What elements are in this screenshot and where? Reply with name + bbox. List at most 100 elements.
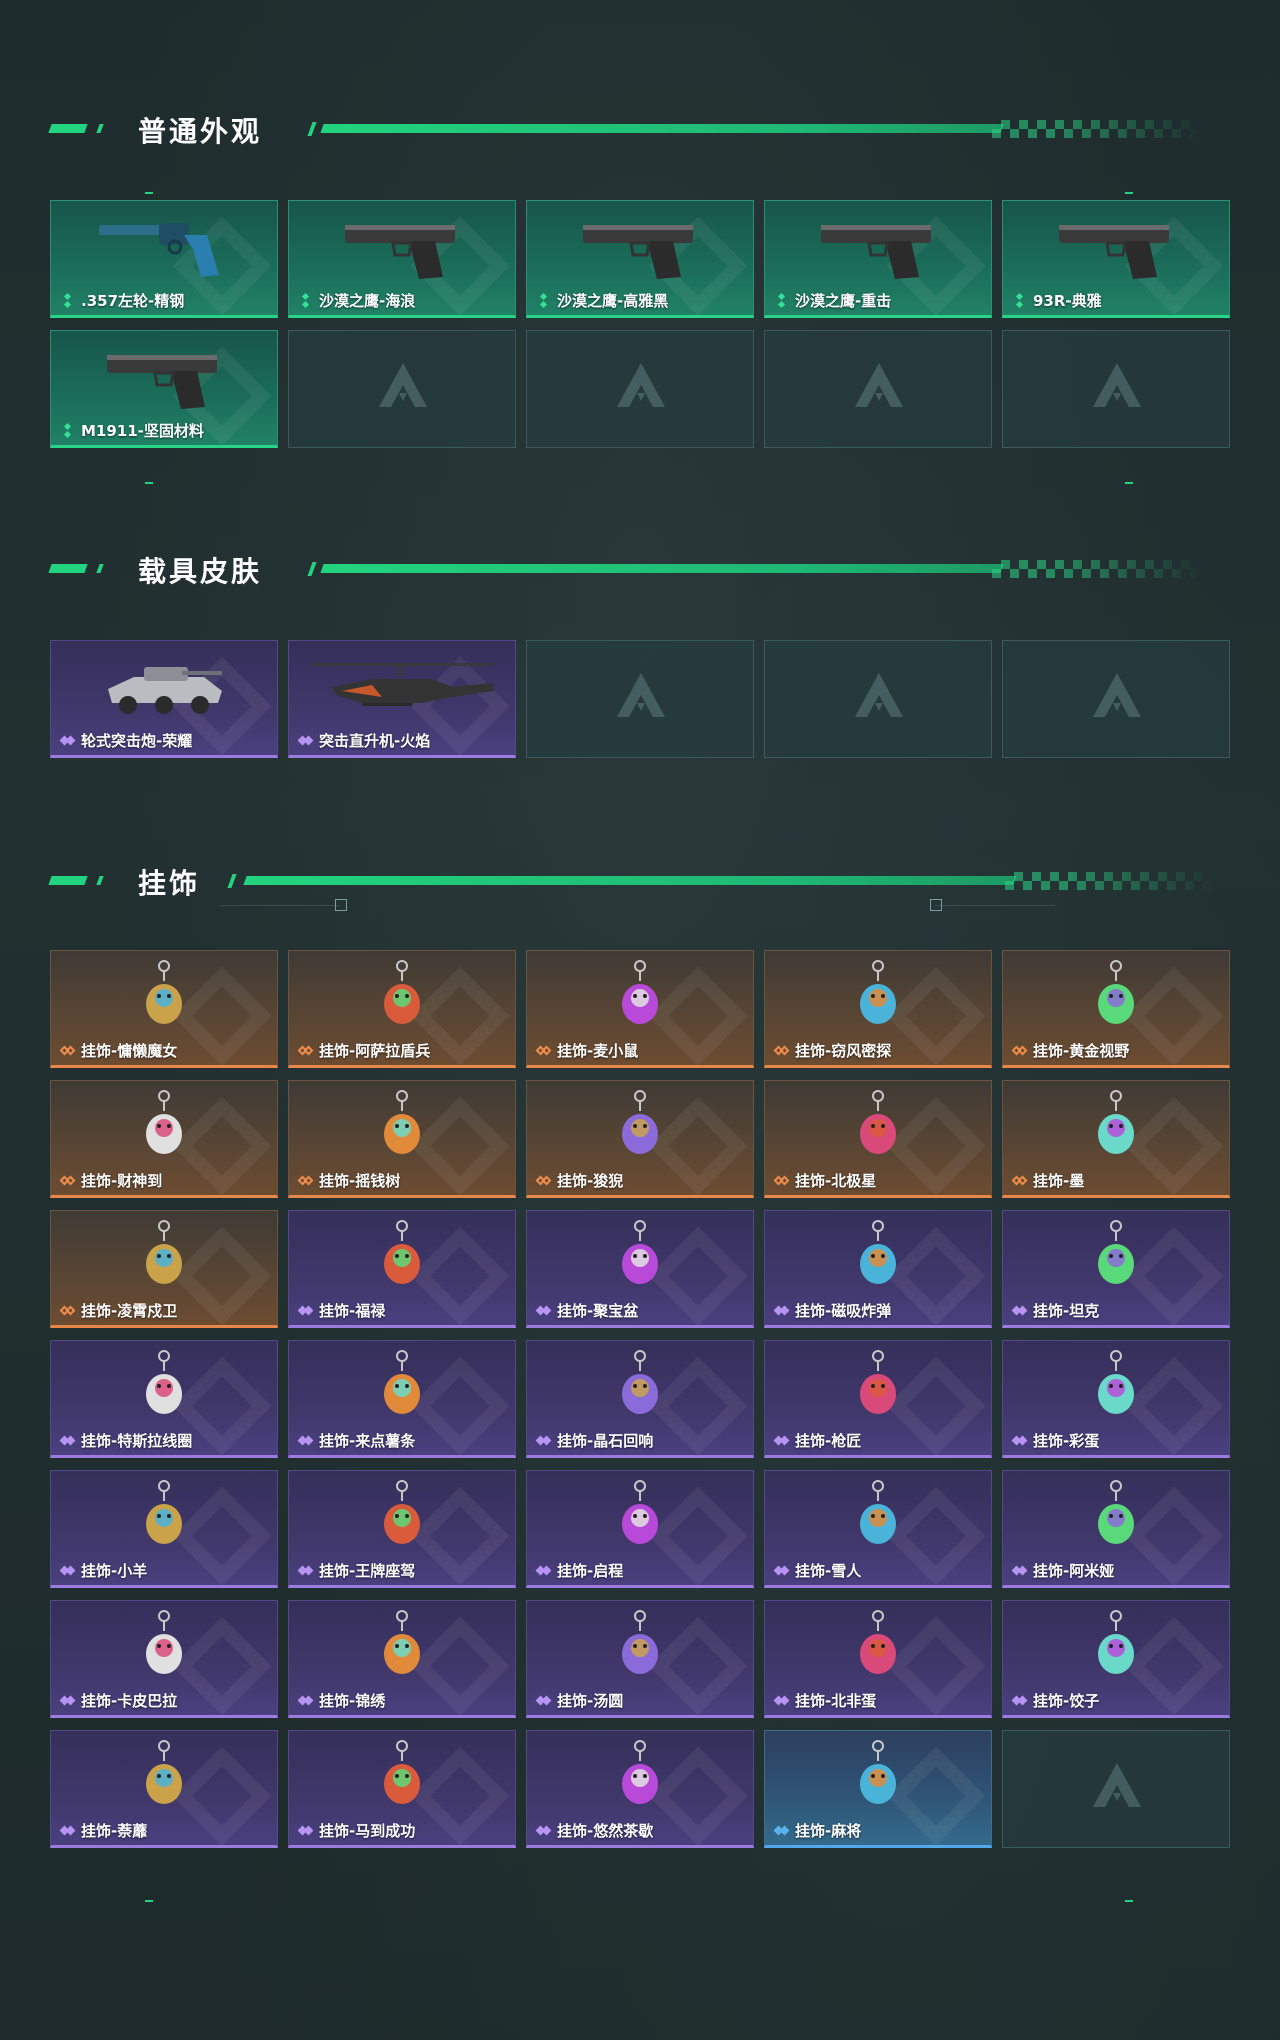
header-pattern [992,560,1202,578]
item-name: 挂饰-彩蛋 [1033,1432,1100,1450]
charm-icon [1003,1347,1229,1429]
weapon-card[interactable]: 93R-典雅 [1002,200,1230,318]
item-name: 挂饰-锦绣 [319,1692,386,1710]
item-name: 挂饰-摇钱树 [319,1172,401,1190]
charm-card[interactable]: 挂饰-财神到 [50,1080,278,1198]
vehicles-grid: 轮式突击炮-荣耀 突击直升机-火焰 [50,640,1230,758]
header-accent [307,122,317,136]
charm-card[interactable]: 挂饰-麻将 [764,1730,992,1848]
charm-icon [289,1477,515,1559]
charm-card[interactable]: 挂饰-汤圆 [526,1600,754,1718]
charm-icon [1003,1217,1229,1299]
item-label: 挂饰-特斯拉线圈 [59,1430,192,1451]
collection-page: 普通外观 .357左轮-精钢 沙漠之鹰-海浪 沙漠之鹰-高雅黑 沙漠之鹰-重击 93R-… [0,0,1280,2040]
charm-card[interactable]: 挂饰-饺子 [1002,1600,1230,1718]
charm-icon [51,1347,277,1429]
charm-card[interactable]: 挂饰-摇钱树 [288,1080,516,1198]
charm-icon [527,1607,753,1689]
charm-card[interactable]: 挂饰-悠然茶歇 [526,1730,754,1848]
charm-card[interactable]: 挂饰-黄金视野 [1002,950,1230,1068]
item-name: 挂饰-墨 [1033,1172,1085,1190]
weapon-card[interactable]: M1911-坚固材料 [50,330,278,448]
pistol-icon [289,207,515,289]
weapon-card[interactable]: 沙漠之鹰-海浪 [288,200,516,318]
empty-slot [1002,330,1230,448]
header-bar [320,564,1004,573]
rarity-icon [1011,1043,1028,1059]
item-name: 挂饰-狻猊 [557,1172,624,1190]
charm-card[interactable]: 挂饰-彩蛋 [1002,1340,1230,1458]
item-label: 挂饰-汤圆 [535,1690,623,1711]
rarity-icon [59,1823,76,1839]
empty-slot [764,640,992,758]
charm-card[interactable]: 挂饰-窃风密探 [764,950,992,1068]
charm-card[interactable]: 挂饰-来点薯条 [288,1340,516,1458]
charm-card[interactable]: 挂饰-卡皮巴拉 [50,1600,278,1718]
item-label: 突击直升机-火焰 [297,730,430,751]
rarity-icon [297,1433,314,1449]
item-name: 挂饰-卡皮巴拉 [81,1692,178,1710]
frame-marker [335,899,347,911]
item-name: 挂饰-黄金视野 [1033,1042,1130,1060]
item-label: 挂饰-卡皮巴拉 [59,1690,178,1711]
vehicle-card[interactable]: 突击直升机-火焰 [288,640,516,758]
item-label: 挂饰-摇钱树 [297,1170,401,1191]
charm-card[interactable]: 挂饰-阿萨拉盾兵 [288,950,516,1068]
rarity-icon [1011,1173,1028,1189]
game-logo-icon [1087,667,1147,727]
charm-card[interactable]: 挂饰-马到成功 [288,1730,516,1848]
item-name: 挂饰-坦克 [1033,1302,1100,1320]
charm-card[interactable]: 挂饰-墨 [1002,1080,1230,1198]
charm-card[interactable]: 挂饰-北非蛋 [764,1600,992,1718]
header-pattern [1005,872,1215,890]
rarity-icon [1011,1693,1028,1709]
rarity-icon [297,733,314,749]
charm-card[interactable]: 挂饰-磁吸炸弹 [764,1210,992,1328]
frame-tick [145,1900,153,1902]
charm-card[interactable]: 挂饰-锦绣 [288,1600,516,1718]
rarity-icon [773,1693,790,1709]
game-logo-icon [1087,1757,1147,1817]
charm-card[interactable]: 挂饰-福禄 [288,1210,516,1328]
charm-card[interactable]: 挂饰-启程 [526,1470,754,1588]
item-label: 挂饰-狻猊 [535,1170,624,1191]
charm-card[interactable]: 挂饰-阿米娅 [1002,1470,1230,1588]
weapon-card[interactable]: 沙漠之鹰-高雅黑 [526,200,754,318]
charm-card[interactable]: 挂饰-萘蘼 [50,1730,278,1848]
weapon-card[interactable]: 沙漠之鹰-重击 [764,200,992,318]
vehicle-card[interactable]: 轮式突击炮-荣耀 [50,640,278,758]
charm-card[interactable]: 挂饰-北极星 [764,1080,992,1198]
frame-tick [1125,1900,1133,1902]
charm-card[interactable]: 挂饰-麦小鼠 [526,950,754,1068]
charm-card[interactable]: 挂饰-小羊 [50,1470,278,1588]
weapon-card[interactable]: .357左轮-精钢 [50,200,278,318]
item-name: 挂饰-启程 [557,1562,624,1580]
charm-card[interactable]: 挂饰-狻猊 [526,1080,754,1198]
charm-card[interactable]: 挂饰-王牌座驾 [288,1470,516,1588]
game-logo-icon [611,667,671,727]
item-label: 挂饰-彩蛋 [1011,1430,1100,1451]
item-label: 挂饰-北非蛋 [773,1690,876,1711]
charm-card[interactable]: 挂饰-晶石回响 [526,1340,754,1458]
item-label: 挂饰-窃风密探 [773,1040,891,1061]
charm-icon [527,1477,753,1559]
rarity-icon [535,1433,552,1449]
rarity-icon [61,422,75,439]
charm-card[interactable]: 挂饰-聚宝盆 [526,1210,754,1328]
item-label: 挂饰-雪人 [773,1560,861,1581]
charm-card[interactable]: 挂饰-坦克 [1002,1210,1230,1328]
item-label: 挂饰-阿萨拉盾兵 [297,1040,430,1061]
charm-icon [1003,1087,1229,1169]
charm-card[interactable]: 挂饰-特斯拉线圈 [50,1340,278,1458]
charm-icon [1003,1477,1229,1559]
section-title: 普通外观 [138,115,263,148]
charm-card[interactable]: 挂饰-雪人 [764,1470,992,1588]
charm-card[interactable]: 挂饰-凌霄戍卫 [50,1210,278,1328]
header-accent [48,876,88,885]
charm-card[interactable]: 挂饰-枪匠 [764,1340,992,1458]
frame-tick [1125,482,1133,484]
item-name: 挂饰-麦小鼠 [557,1042,639,1060]
item-label: 挂饰-马到成功 [297,1820,415,1841]
charm-card[interactable]: 挂饰-慵懒魔女 [50,950,278,1068]
item-name: 挂饰-财神到 [81,1172,163,1190]
